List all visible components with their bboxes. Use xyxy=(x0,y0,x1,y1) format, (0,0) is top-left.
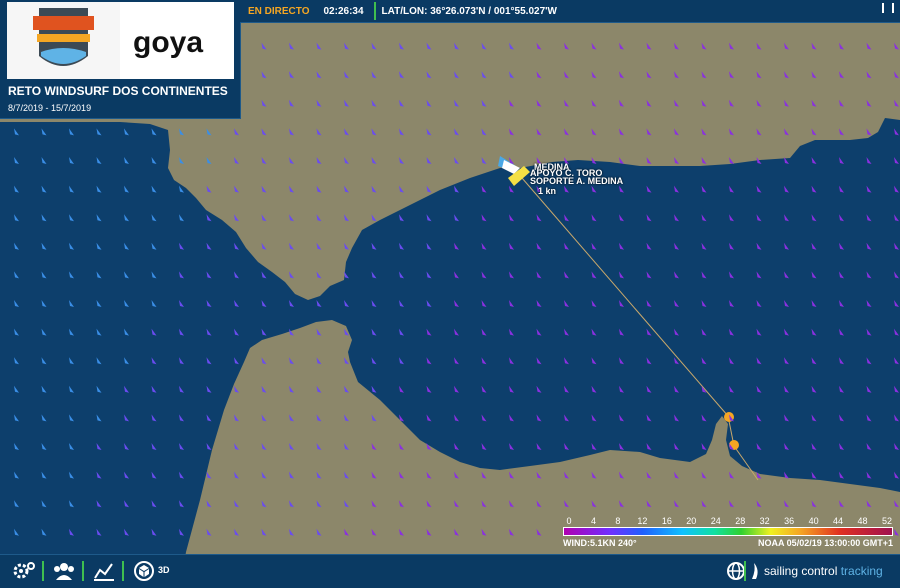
settings-icon[interactable] xyxy=(12,560,36,582)
divider xyxy=(373,2,376,20)
sponsor-logos: goya xyxy=(7,2,234,79)
boat-speed-label: 1 kn xyxy=(538,186,557,196)
toolbar: 3D sailing control tracking xyxy=(0,554,900,588)
wind-readout: WIND:5.1KN 240° xyxy=(563,538,637,548)
status-bar: EN DIRECTO 02:26:34 LAT/LON: 36°26.073'N… xyxy=(240,0,900,23)
legend-tick: 20 xyxy=(686,516,697,526)
chart-icon[interactable] xyxy=(92,560,116,582)
menu-icon[interactable] xyxy=(882,3,894,13)
divider xyxy=(42,561,44,581)
divider xyxy=(82,561,84,581)
legend-tick: 16 xyxy=(661,516,672,526)
legend-color-bar xyxy=(563,527,893,536)
windsurf-badge-logo xyxy=(7,2,120,79)
legend-tick: 48 xyxy=(857,516,868,526)
app-window: MEDINA APOYO C. TORO SOPORTE A. MEDINA 1… xyxy=(0,0,900,588)
clock-display: 02:26:34 xyxy=(323,5,364,17)
boat-label-soporte: SOPORTE A. MEDINA xyxy=(530,176,624,186)
brand-suffix: tracking xyxy=(837,564,883,578)
brand-main: sailing control xyxy=(764,564,838,578)
divider xyxy=(744,561,746,581)
3d-label[interactable]: 3D xyxy=(158,565,170,575)
live-indicator[interactable]: EN DIRECTO xyxy=(248,6,310,17)
legend-tick: 44 xyxy=(833,516,844,526)
event-title: RETO WINDSURF DOS CONTINENTES xyxy=(8,84,228,98)
legend-tick: 32 xyxy=(759,516,770,526)
forecast-source: NOAA 05/02/19 13:00:00 GMT+1 xyxy=(758,538,893,548)
event-dates: 8/7/2019 - 15/7/2019 xyxy=(8,103,92,113)
wind-legend: 0 4 8 12 16 20 24 28 32 36 40 44 48 52 WIND:5.1KN 240… xyxy=(563,516,893,550)
brand-text: sailing control tracking xyxy=(764,564,883,578)
legend-tick: 12 xyxy=(637,516,648,526)
svg-text:goya: goya xyxy=(133,26,203,59)
legend-tick: 24 xyxy=(710,516,721,526)
legend-ticks: 0 4 8 12 16 20 24 28 32 36 40 44 48 52 xyxy=(563,516,893,526)
cube-icon[interactable] xyxy=(132,560,156,582)
goya-logo: goya xyxy=(133,26,203,59)
legend-tick: 36 xyxy=(784,516,795,526)
legend-tick: 52 xyxy=(881,516,893,526)
legend-tick: 28 xyxy=(735,516,746,526)
legend-tick: 40 xyxy=(808,516,819,526)
legend-tick: 4 xyxy=(590,516,596,526)
event-panel: goya RETO WINDSURF DOS CONTINENTES 8/7/2… xyxy=(0,0,241,119)
latlon-readout: LAT/LON: 36°26.073'N / 001°55.027'W xyxy=(381,5,557,17)
legend-tick: 0 xyxy=(566,516,572,526)
legend-tick: 8 xyxy=(615,516,621,526)
divider xyxy=(122,561,124,581)
badge-icon xyxy=(33,8,94,66)
group-icon[interactable] xyxy=(52,560,76,582)
